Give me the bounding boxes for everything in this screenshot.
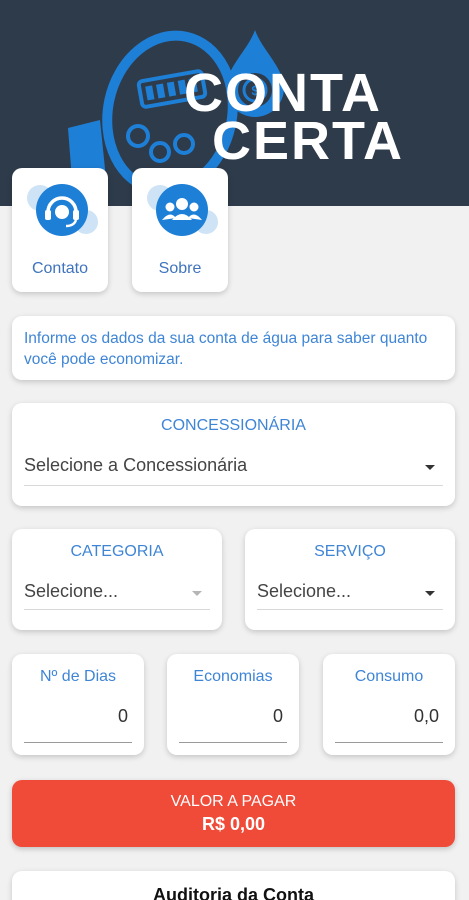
- chevron-down-icon: [425, 465, 435, 470]
- valor-a-pagar-button[interactable]: VALOR A PAGAR R$ 0,00: [12, 780, 455, 847]
- info-text: Informe os dados da sua conta de água pa…: [24, 330, 428, 368]
- consumo-value: 0,0: [413, 706, 439, 726]
- servico-select[interactable]: Selecione...: [257, 573, 443, 611]
- concessionaria-select[interactable]: Selecione a Concessionária: [24, 447, 443, 485]
- chevron-down-icon: [425, 591, 435, 596]
- categoria-card: CATEGORIA Selecione...: [12, 529, 222, 630]
- categoria-underline: [24, 609, 210, 610]
- dias-underline: [24, 742, 132, 743]
- dias-input[interactable]: 0: [24, 698, 144, 738]
- contato-button[interactable]: Contato: [12, 168, 108, 292]
- categoria-title: CATEGORIA: [70, 543, 164, 560]
- categoria-value: Selecione...: [24, 581, 119, 601]
- valor-a-pagar-value: R$ 0,00: [201, 814, 266, 834]
- economias-input[interactable]: 0: [179, 698, 299, 738]
- headset-icon: [27, 184, 98, 236]
- servico-value: Selecione...: [257, 581, 352, 601]
- dias-title: Nº de Dias: [39, 668, 117, 685]
- sobre-label: Sobre: [158, 260, 202, 277]
- valor-a-pagar-label: VALOR A PAGAR: [170, 793, 297, 810]
- economias-title: Economias: [193, 668, 273, 685]
- servico-title: SERVIÇO: [314, 543, 386, 560]
- economias-underline: [179, 742, 287, 743]
- contato-label: Contato: [31, 260, 89, 277]
- chevron-down-icon: [192, 591, 202, 596]
- info-card: Informe os dados da sua conta de água pa…: [12, 316, 455, 380]
- consumo-title: Consumo: [354, 668, 424, 685]
- consumo-underline: [335, 742, 443, 743]
- concessionaria-value: Selecione a Concessionária: [24, 455, 248, 475]
- sobre-button[interactable]: Sobre: [132, 168, 228, 292]
- auditoria-title: Auditoria da Conta: [153, 885, 314, 900]
- users-icon: [147, 184, 218, 236]
- brand-line-2: CERTA: [212, 111, 404, 171]
- consumo-card: Consumo 0,0: [323, 654, 455, 755]
- servico-underline: [257, 609, 443, 610]
- categoria-select[interactable]: Selecione...: [24, 573, 210, 611]
- dias-card: Nº de Dias 0: [12, 654, 144, 755]
- concessionaria-underline: [24, 485, 443, 486]
- consumo-input[interactable]: 0,0: [335, 698, 455, 738]
- servico-card: SERVIÇO Selecione...: [245, 529, 455, 630]
- dias-value: 0: [117, 706, 128, 726]
- economias-value: 0: [272, 706, 283, 726]
- concessionaria-card: CONCESSIONÁRIA Selecione a Concessionári…: [12, 403, 455, 506]
- auditoria-card[interactable]: Auditoria da Conta: [12, 871, 455, 900]
- concessionaria-title: CONCESSIONÁRIA: [161, 417, 306, 434]
- economias-card: Economias 0: [167, 654, 299, 755]
